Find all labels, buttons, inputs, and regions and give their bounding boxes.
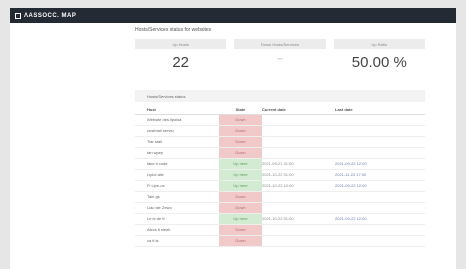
stat-value: 22	[172, 54, 189, 71]
column-header-state[interactable]: State	[219, 105, 262, 115]
stat-card: Up Hosts 22	[135, 39, 227, 75]
stat-card: Up Ratio 50.00 %	[333, 39, 425, 75]
current-date-cell	[262, 125, 335, 137]
current-date-cell	[262, 136, 335, 148]
host-name-cell: ca ti ts	[135, 235, 219, 247]
state-badge: Down	[219, 191, 262, 203]
stat-label: Down Hosts/Services	[234, 39, 326, 49]
state-badge: Down	[219, 114, 262, 126]
column-header-last-date[interactable]: Last date	[335, 105, 425, 115]
state-badge: Up here	[219, 158, 262, 170]
current-date-cell	[262, 191, 335, 203]
current-date-cell: 2021-10-22 01:00	[262, 169, 335, 181]
table-row[interactable]: Tain gs Down	[135, 191, 425, 203]
main-content: Hosts/Services status for websites Up Ho…	[135, 23, 425, 247]
stat-card: Down Hosts/Services --	[234, 39, 326, 75]
stat-label: Up Hosts	[135, 39, 227, 49]
host-name-cell: Lipiol alle	[135, 169, 219, 181]
last-date-cell[interactable]: 2021-09-22 12:00	[335, 158, 425, 170]
table-row[interactable]: ca ti ts Down	[135, 235, 425, 247]
section-title: Hosts/Services status	[135, 90, 425, 102]
state-badge: Up here	[219, 213, 262, 225]
last-date-cell[interactable]	[335, 191, 425, 203]
state-badge: Down	[219, 147, 262, 159]
last-date-cell[interactable]	[335, 235, 425, 247]
top-navbar: ɅASSOCC. MAP	[10, 8, 456, 23]
last-date-cell[interactable]	[335, 224, 425, 236]
last-date-cell[interactable]: 2021-11-22 17:00	[335, 169, 425, 181]
host-name-cell: Website des lipolsa	[135, 114, 219, 126]
hosts-table: Host State Current date Last date Websit…	[135, 105, 425, 247]
table-row[interactable]: Fi Lipe-os Up here 2021-10-22 10:00 2021-09…	[135, 180, 425, 192]
table-row[interactable]: Le le de tt Up here 2021-10-22 01:00 2021-0…	[135, 213, 425, 225]
table-row[interactable]: tan wpey Down	[135, 147, 425, 159]
state-badge: Up here	[219, 169, 262, 181]
last-date-cell[interactable]: 2021-09-22 12:00	[335, 180, 425, 192]
state-badge: Down	[219, 136, 262, 148]
table-row[interactable]: Liac ste Zewo Down	[135, 202, 425, 214]
current-date-cell: 2021-09-21 01:00	[262, 158, 335, 170]
current-date-cell: 2021-10-22 10:00	[262, 180, 335, 192]
table-row[interactable]: fake ti code Up here 2021-09-21 01:00 2021-…	[135, 158, 425, 170]
host-name-cell: Tain gs	[135, 191, 219, 203]
last-date-cell[interactable]	[335, 114, 425, 126]
host-name-cell: cnstmail server	[135, 125, 219, 137]
table-row[interactable]: Tiar stail Down	[135, 136, 425, 148]
table-row[interactable]: Lipiol alle Up here 2021-10-22 01:00 2021-1…	[135, 169, 425, 181]
current-date-cell	[262, 114, 335, 126]
stats-row: Up Hosts 22 Down Hosts/Services -- Up Ratio 5…	[135, 39, 425, 75]
stat-label: Up Ratio	[333, 39, 425, 49]
host-name-cell: Alecs fi sleek	[135, 224, 219, 236]
host-name-cell: fake ti code	[135, 158, 219, 170]
state-badge: Down	[219, 125, 262, 137]
app-window: ɅASSOCC. MAP Hosts/Services status for w…	[10, 8, 456, 269]
current-date-cell	[262, 224, 335, 236]
state-badge: Up here	[219, 180, 262, 192]
last-date-cell[interactable]	[335, 136, 425, 148]
current-date-cell	[262, 147, 335, 159]
host-name-cell: Liac ste Zewo	[135, 202, 219, 214]
last-date-cell[interactable]	[335, 147, 425, 159]
state-badge: Down	[219, 202, 262, 214]
current-date-cell: 2021-10-22 01:00	[262, 213, 335, 225]
stat-value: --	[277, 54, 283, 63]
host-name-cell: Fi Lipe-os	[135, 180, 219, 192]
table-header-row: Host State Current date Last date	[135, 105, 425, 115]
logo-icon	[15, 12, 21, 19]
last-date-cell[interactable]	[335, 125, 425, 137]
current-date-cell	[262, 202, 335, 214]
last-date-cell[interactable]	[335, 202, 425, 214]
stat-value: 50.00 %	[351, 54, 407, 71]
column-header-host[interactable]: Host	[135, 105, 219, 115]
state-badge: Down	[219, 235, 262, 247]
brand-title[interactable]: ɅASSOCC. MAP	[24, 13, 76, 19]
table-row[interactable]: cnstmail server Down	[135, 125, 425, 137]
host-name-cell: Tiar stail	[135, 136, 219, 148]
current-date-cell	[262, 235, 335, 247]
state-badge: Down	[219, 224, 262, 236]
table-row[interactable]: Website des lipolsa Down	[135, 114, 425, 126]
host-name-cell: tan wpey	[135, 147, 219, 159]
host-name-cell: Le le de tt	[135, 213, 219, 225]
page-title: Hosts/Services status for websites	[135, 27, 212, 33]
column-header-current-date[interactable]: Current date	[262, 105, 335, 115]
table-row[interactable]: Alecs fi sleek Down	[135, 224, 425, 236]
last-date-cell[interactable]: 2021-09-22 12:00	[335, 213, 425, 225]
